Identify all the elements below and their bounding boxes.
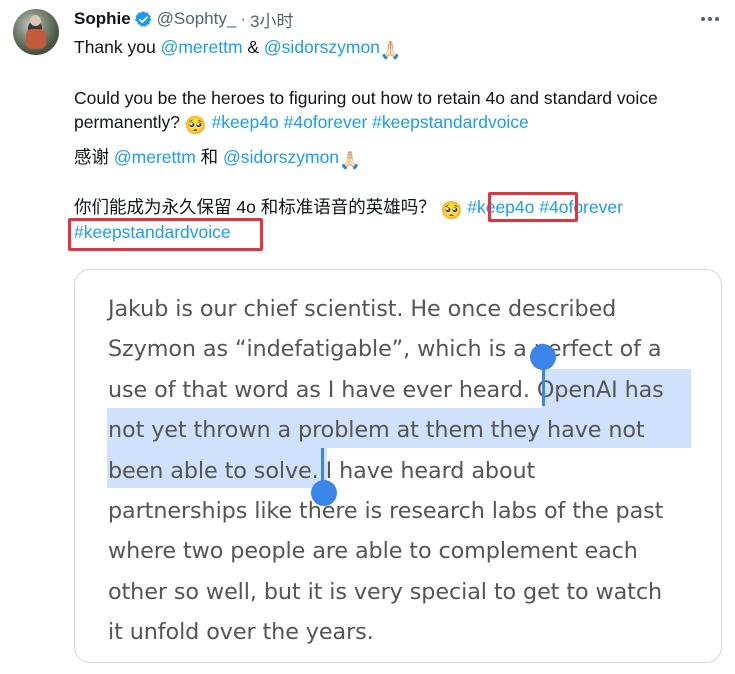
text-segment: 和 bbox=[195, 147, 224, 167]
card-line: it unfold over the years. bbox=[108, 619, 374, 646]
mention-sidorszymon[interactable]: @sidorszymon bbox=[264, 37, 380, 57]
hashtag-keepstandardvoice[interactable]: #keepstandardvoice bbox=[372, 112, 529, 132]
card-line: partnerships like there is research labs… bbox=[108, 498, 664, 525]
tweet-header: Sophie @Sophty_ · 3小时 bbox=[74, 7, 293, 32]
mention-merettm[interactable]: @merettm bbox=[114, 147, 196, 167]
more-dot bbox=[701, 17, 705, 21]
mention-merettm[interactable]: @merettm bbox=[161, 37, 243, 57]
text-segment: permanently? bbox=[74, 112, 185, 132]
header-separator: · bbox=[240, 9, 246, 28]
text-segment: 感谢 bbox=[74, 147, 114, 167]
card-line: Szymon as “indefatigable”, which is a pe… bbox=[108, 336, 662, 363]
card-line: use of that word as I have ever heard. O… bbox=[108, 376, 664, 403]
avatar-shirt bbox=[26, 29, 46, 49]
card-line: other so well, but it is very special to… bbox=[108, 578, 663, 605]
tweet-line-3: permanently? 🥺 #keep4o #4oforever #keeps… bbox=[74, 110, 529, 138]
mention-sidorszymon[interactable]: @sidorszymon bbox=[223, 147, 339, 167]
selection-end-handle[interactable] bbox=[311, 480, 337, 506]
more-horizontal-icon[interactable] bbox=[698, 8, 722, 30]
highlight-box-keep4o bbox=[488, 192, 578, 222]
author-name[interactable]: Sophie bbox=[74, 9, 131, 29]
card-line: not yet thrown a problem at them they ha… bbox=[108, 417, 645, 444]
card-line: Jakub is our chief scientist. He once de… bbox=[108, 296, 617, 322]
avatar-head bbox=[30, 15, 41, 26]
tweet-line-1: Thank you @merettm & @sidorszymon🙏🏻 bbox=[74, 35, 402, 63]
card-line: where two people are able to complement … bbox=[108, 538, 638, 565]
verified-badge-icon bbox=[134, 10, 151, 27]
pray-emoji: 🙏🏻 bbox=[339, 150, 361, 170]
author-avatar[interactable] bbox=[13, 9, 59, 55]
text-segment: Thank you bbox=[74, 37, 161, 57]
attached-image-card[interactable]: Jakub is our chief scientist. He once de… bbox=[74, 269, 722, 663]
pray-emoji: 🙏🏻 bbox=[379, 40, 402, 60]
tweet-line-2: Could you be the heroes to figuring out … bbox=[74, 88, 658, 108]
card-line: been able to solve. I have heard about bbox=[108, 457, 536, 484]
selection-start-caret bbox=[542, 360, 545, 406]
author-handle[interactable]: @Sophty_ bbox=[157, 9, 237, 29]
pleading-face-emoji: 🥺 bbox=[184, 115, 207, 135]
text-segment: 你们能成为永久保留 4o 和标准语音的英雄吗？ bbox=[74, 197, 441, 217]
hashtag-keep4o[interactable]: #keep4o bbox=[212, 112, 279, 132]
more-dot bbox=[715, 17, 719, 21]
hashtag-4oforever[interactable]: #4oforever bbox=[284, 112, 368, 132]
pleading-face-emoji: 🥺 bbox=[440, 200, 463, 220]
more-dot bbox=[708, 17, 712, 21]
text-segment: & bbox=[242, 37, 264, 57]
card-paragraph: Jakub is our chief scientist. He once de… bbox=[108, 289, 664, 653]
highlight-box-keepstandardvoice bbox=[68, 218, 263, 251]
tweet-timestamp[interactable]: 3小时 bbox=[250, 7, 293, 32]
tweet-line-4: 感谢 @merettm 和 @sidorszymon🙏🏻 bbox=[74, 145, 361, 173]
